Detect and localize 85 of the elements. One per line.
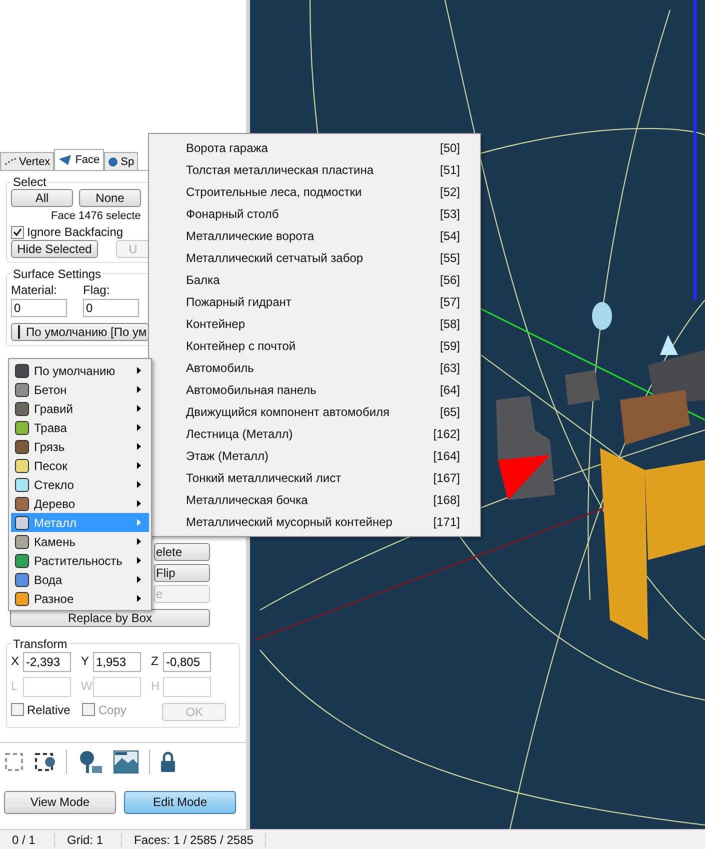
select-button[interactable]: All [11, 189, 73, 207]
tree-icon[interactable] [77, 750, 103, 774]
flag-input[interactable]: 0 [83, 298, 139, 316]
axis-label: H [151, 679, 161, 693]
menu-item[interactable]: Тонкий металлический лист [167] [149, 467, 480, 489]
menu-item[interactable]: Движущийся компонент автомобиля [65] [149, 401, 480, 423]
vertex-dots-icon [4, 156, 16, 166]
menu-item[interactable]: Балка [56] [149, 269, 480, 291]
axis-label: Z [151, 654, 160, 668]
menu-item[interactable]: Дерево [11, 494, 149, 513]
submenu-arrow-icon [137, 405, 141, 412]
menu-item[interactable]: Этаж (Металл) [164] [149, 445, 480, 467]
hide-selected-button[interactable]: Hide Selected [11, 240, 98, 258]
menu-item[interactable]: Разное [11, 589, 149, 608]
menu-item[interactable]: По умолчанию [11, 361, 149, 380]
submenu-arrow-icon [137, 481, 141, 488]
submenu-arrow-icon [137, 386, 141, 393]
menu-item[interactable]: Металлическая бочка [168] [149, 489, 480, 511]
menu-item[interactable]: Фонарный столб [53] [149, 203, 480, 225]
selection-status: Face 1476 selecte [51, 210, 141, 222]
padlock-icon[interactable] [160, 750, 176, 772]
triangle-icon [58, 155, 72, 165]
menu-item[interactable]: Автомобильная панель [64] [149, 379, 480, 401]
menu-item[interactable]: Лестница (Металл) [162] [149, 423, 480, 445]
mode-button[interactable]: Edit Mode [124, 790, 236, 814]
submenu-arrow-icon [137, 538, 141, 545]
sphere-icon [108, 156, 118, 166]
field-label: Material: [11, 282, 58, 298]
action-button[interactable]: Flip [154, 564, 210, 582]
material-dropdown-button[interactable]: По умолчанию [По ум [11, 322, 149, 340]
menu-item[interactable]: Контейнер с почтой [59] [149, 335, 480, 357]
tab[interactable]: Face [54, 149, 104, 170]
mode-button[interactable]: View Mode [4, 790, 116, 814]
menu-item[interactable]: Бетон [11, 380, 149, 399]
submenu-arrow-icon [137, 462, 141, 469]
status-text: Faces: 1 / 2585 / 2585 [122, 833, 266, 847]
menu-item[interactable]: Автомобиль [63] [149, 357, 480, 379]
menu-item[interactable]: Трава [11, 418, 149, 437]
submenu-arrow-icon [137, 595, 141, 602]
menu-item[interactable]: Камень [11, 532, 149, 551]
menu-item[interactable]: Металлические ворота [54] [149, 225, 480, 247]
checkbox-label[interactable]: Relative [11, 702, 70, 716]
submenu-arrow-icon [137, 519, 141, 526]
menu-item[interactable]: Металлический мусорный контейнер [171] [149, 511, 480, 533]
landscape-icon[interactable] [113, 750, 139, 774]
action-button[interactable]: elete [154, 542, 210, 560]
submenu-arrow-icon [137, 576, 141, 583]
coordinate-input[interactable]: -0,805 [163, 652, 211, 672]
tab[interactable]: Sp [104, 152, 138, 170]
menu-item[interactable]: Грязь [11, 437, 149, 456]
menu-item[interactable]: Вода [11, 570, 149, 589]
select-button[interactable]: None [79, 189, 141, 207]
dashed-square-icon[interactable] [4, 752, 24, 772]
submenu-arrow-icon [137, 424, 141, 431]
menu-item[interactable]: Песок [11, 456, 149, 475]
submenu-arrow-icon [137, 443, 141, 450]
coordinate-input[interactable]: -2,393 [23, 652, 71, 672]
submenu-arrow-icon [137, 367, 141, 374]
checkbox-label[interactable]: Ignore Backfacing [11, 225, 124, 239]
menu-item[interactable]: Строительные леса, подмостки [52] [149, 181, 480, 203]
axis-label: L [11, 679, 19, 693]
group-title: Transform [12, 636, 68, 650]
menu-item[interactable]: Пожарный гидрант [57] [149, 291, 480, 313]
menu-item[interactable]: Металлический сетчатый забор [55] [149, 247, 480, 269]
menu-item[interactable]: Контейнер [58] [149, 313, 480, 335]
menu-item[interactable]: Растительность [11, 551, 149, 570]
submenu-arrow-icon [137, 557, 141, 564]
menu-item[interactable]: Ворота гаража [50] [149, 137, 480, 159]
menu-item[interactable]: Стекло [11, 475, 149, 494]
axis-label: W [81, 679, 91, 693]
checkbox[interactable] [11, 703, 24, 716]
axis-label: Y [81, 654, 90, 668]
material-input[interactable]: 0 [11, 298, 67, 316]
menu-item[interactable]: Гравий [11, 399, 149, 418]
checkbox[interactable] [11, 226, 24, 238]
menu-item[interactable]: Толстая металлическая пластина [51] [149, 159, 480, 181]
tab[interactable]: Vertex [0, 152, 54, 170]
coordinate-input[interactable]: 1,953 [93, 652, 141, 672]
axis-label: X [11, 654, 20, 668]
submenu-arrow-icon [137, 500, 141, 507]
group-title: Select [12, 175, 48, 189]
status-text: 0 / 1 [0, 833, 55, 847]
status-text: Grid: 1 [55, 833, 122, 847]
group-title: Surface Settings [12, 266, 102, 280]
field-label: Flag: [83, 282, 111, 298]
